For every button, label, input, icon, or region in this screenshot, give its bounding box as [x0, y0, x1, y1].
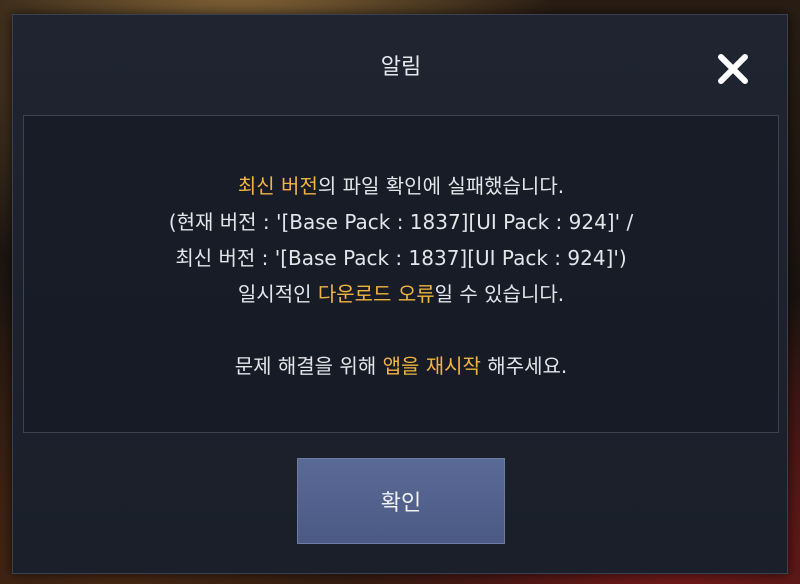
message-line-1: 최신 버전의 파일 확인에 실패했습니다.	[24, 168, 778, 204]
dialog-title: 알림	[380, 55, 422, 80]
close-icon	[718, 54, 748, 84]
message-line-5: 문제 해결을 위해 앱을 재시작 해주세요.	[24, 348, 778, 384]
message-line-5-post: 해주세요.	[480, 354, 568, 378]
message-text: 최신 버전의 파일 확인에 실패했습니다. (현재 버전 : '[Base Pa…	[24, 168, 778, 384]
highlight-download-error: 다운로드 오류	[317, 282, 435, 306]
notice-dialog: 알림 최신 버전의 파일 확인에 실패했습니다. (현재 버전 : '[Base…	[12, 14, 788, 574]
message-line-2: (현재 버전 : '[Base Pack : 1837][UI Pack : 9…	[168, 210, 634, 234]
message-line-4-pre: 일시적인	[237, 282, 318, 306]
confirm-button[interactable]: 확인	[297, 458, 505, 544]
message-line-5-pre: 문제 해결을 위해	[234, 354, 383, 378]
highlight-restart-app: 앱을 재시작	[382, 354, 481, 378]
close-button[interactable]	[713, 49, 753, 89]
message-spacer	[24, 312, 778, 348]
message-line-3: 최신 버전 : '[Base Pack : 1837][UI Pack : 92…	[175, 246, 627, 270]
message-line-4: 일시적인 다운로드 오류일 수 있습니다.	[24, 276, 778, 312]
message-panel: 최신 버전의 파일 확인에 실패했습니다. (현재 버전 : '[Base Pa…	[23, 115, 779, 433]
highlight-latest-version: 최신 버전	[237, 174, 318, 198]
message-line-1-text: 의 파일 확인에 실패했습니다.	[317, 174, 565, 198]
message-line-4-post: 일 수 있습니다.	[434, 282, 565, 306]
